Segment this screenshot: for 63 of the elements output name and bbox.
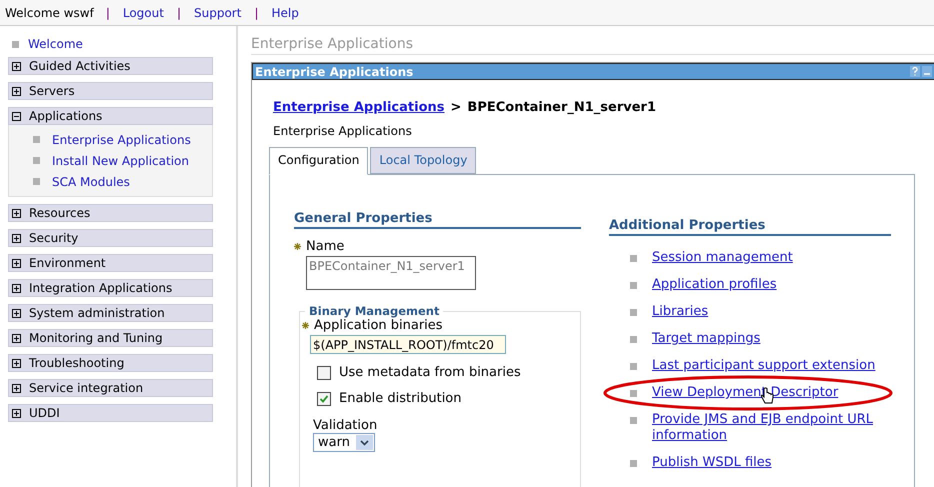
validation-select[interactable]: warn <box>313 433 375 452</box>
sidebar-group[interactable]: Servers <box>8 82 213 100</box>
property-link[interactable]: Last participant support extension <box>652 358 891 374</box>
subtitle-text: Enterprise Applications <box>273 124 413 138</box>
sidebar-group[interactable]: UDDI <box>8 404 213 422</box>
bullet-icon <box>630 282 637 289</box>
sidebar-group[interactable]: Guided Activities <box>8 57 213 75</box>
sidebar-link[interactable]: Enterprise Applications <box>52 132 191 146</box>
field-label: Name <box>306 239 344 254</box>
breadcrumb-current: BPEContainer_N1_server1 <box>467 100 656 115</box>
chevron-down-icon <box>360 440 369 446</box>
panel-title-bar: Enterprise Applications <box>252 63 934 80</box>
section-heading: General Properties <box>294 211 581 229</box>
bullet-icon <box>33 136 40 143</box>
checkbox-label: Enable distribution <box>339 391 462 406</box>
tab[interactable]: Local Topology <box>370 147 476 174</box>
sidebar-group[interactable]: Integration Applications <box>8 279 213 297</box>
separator-text: | <box>254 6 258 20</box>
page-title: Enterprise Applications <box>251 36 934 55</box>
bullet-icon <box>630 309 637 316</box>
bullet-icon <box>12 40 19 48</box>
separator-text: | <box>176 6 181 20</box>
bullet-icon <box>630 417 637 424</box>
sidebar-group[interactable]: Service integration <box>8 379 213 397</box>
property-link[interactable]: Session management <box>652 250 891 266</box>
section-heading: Additional Properties <box>609 218 891 236</box>
checkbox[interactable] <box>317 392 331 406</box>
field-label: Application binaries <box>314 318 443 333</box>
sidebar-group[interactable]: Resources <box>8 204 213 222</box>
property-link[interactable]: Target mappings <box>652 331 891 347</box>
separator-text: | <box>106 6 110 20</box>
checkbox-label: Use metadata from binaries <box>339 365 521 380</box>
property-link[interactable]: Publish WSDL files <box>652 455 891 471</box>
sidebar-group[interactable]: Troubleshooting <box>8 354 213 372</box>
bullet-icon <box>630 460 637 467</box>
sidebar-group[interactable]: System administration <box>8 304 213 322</box>
breadcrumb-link[interactable]: Enterprise Applications <box>273 100 444 115</box>
checkbox[interactable] <box>317 366 331 380</box>
property-link[interactable]: Libraries <box>652 304 891 320</box>
binaries-field[interactable]: $(APP_INSTALL_ROOT)/fmtc20 <box>310 335 506 354</box>
tab[interactable]: Configuration <box>269 147 368 175</box>
header-link[interactable]: Help <box>271 6 299 20</box>
bullet-icon <box>33 157 40 164</box>
group-legend: Binary Management <box>305 304 444 318</box>
sidebar-group[interactable]: Monitoring and Tuning <box>8 329 213 347</box>
bullet-icon <box>630 336 637 343</box>
breadcrumb-separator: > <box>450 100 462 115</box>
bullet-icon <box>630 255 637 262</box>
sidebar-group[interactable]: Security <box>8 229 213 247</box>
sidebar-link[interactable]: Welcome <box>28 37 83 51</box>
bullet-icon <box>630 390 637 397</box>
welcome-text: Welcome wswf <box>5 6 94 20</box>
sidebar-group[interactable]: Applications <box>8 107 213 125</box>
field-label: Validation <box>313 418 378 433</box>
bullet-icon <box>630 363 637 370</box>
header-link[interactable]: Support <box>194 6 242 20</box>
sidebar-link[interactable]: Install New Application <box>52 154 189 168</box>
header-link[interactable]: Logout <box>122 6 164 20</box>
bullet-icon <box>33 178 40 185</box>
property-link[interactable]: Application profiles <box>652 277 891 293</box>
sidebar-link[interactable]: SCA Modules <box>52 174 130 188</box>
sidebar-group[interactable]: Environment <box>8 254 213 272</box>
property-link[interactable]: Provide JMS and EJB endpoint URL information <box>652 412 891 444</box>
